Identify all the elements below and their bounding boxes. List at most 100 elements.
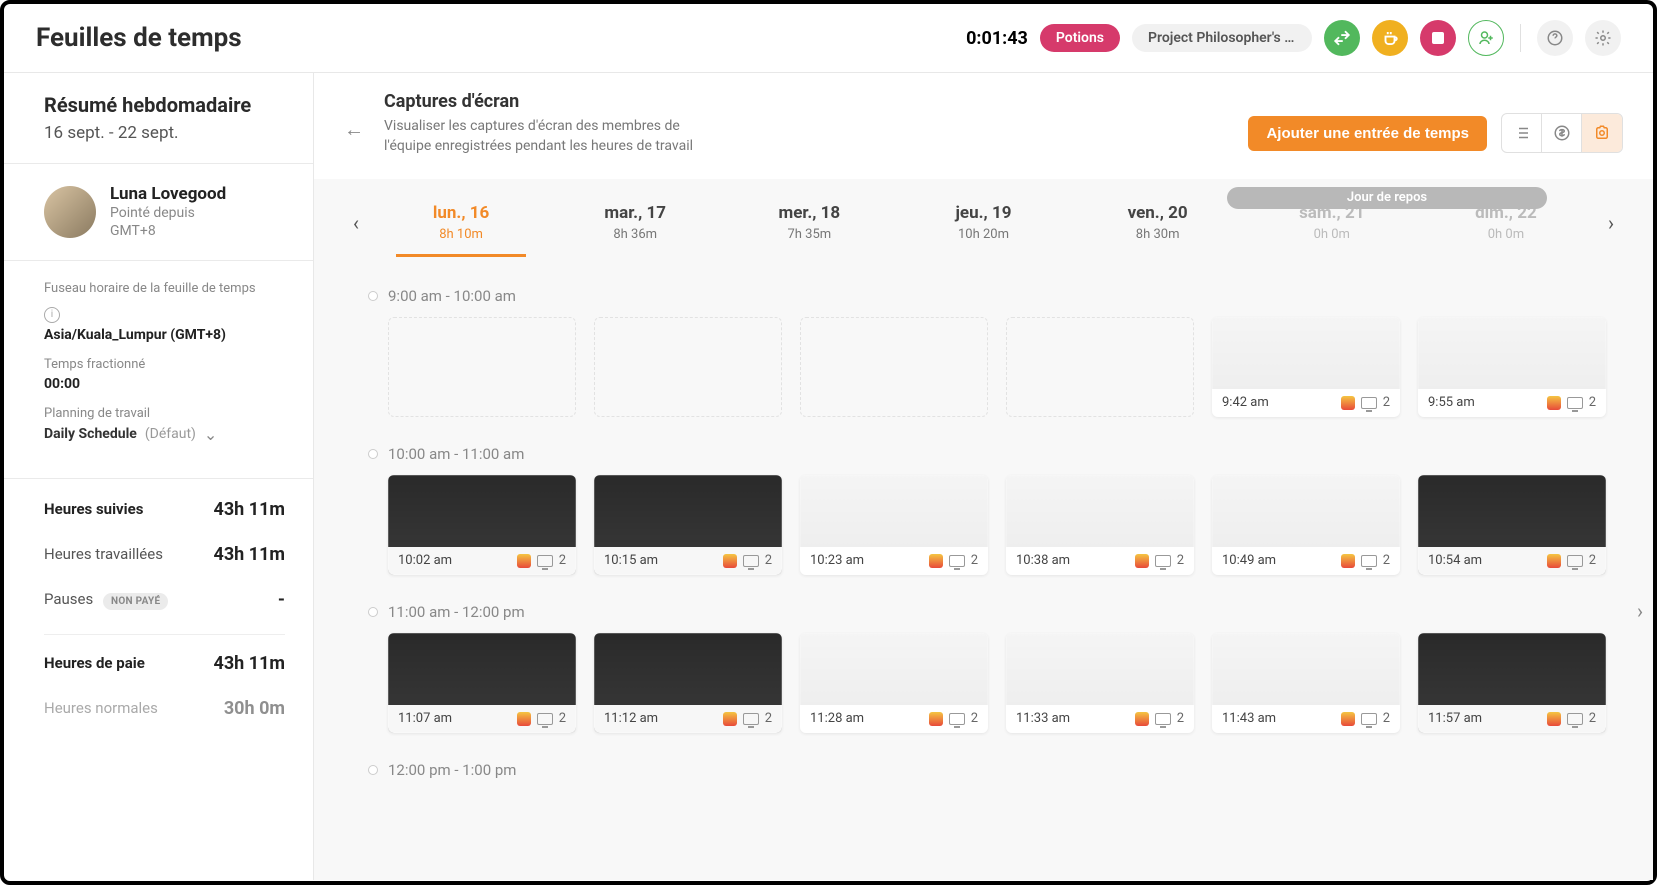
screen-count: 2 [1383, 395, 1390, 410]
screen-count: 2 [1589, 711, 1596, 726]
tz-label: Fuseau horaire de la feuille de temps [44, 281, 285, 296]
user-status: Pointé depuis [110, 204, 226, 222]
screenshot-time: 11:33 am [1016, 711, 1070, 726]
screenshot-card[interactable]: 11:43 am2 [1212, 633, 1400, 733]
normal-label: Heures normales [44, 699, 158, 717]
screenshot-card[interactable]: 10:49 am 2 [1212, 475, 1400, 575]
day-tab[interactable]: jeu., 19 10h 20m [918, 189, 1048, 257]
screenshot-slot-empty [1006, 317, 1194, 417]
app-icon [1341, 396, 1355, 410]
day-label: mer., 18 [754, 203, 864, 223]
screenshot-card[interactable]: 11:12 am 2 [594, 633, 782, 733]
coffee-icon[interactable] [1372, 20, 1408, 56]
sidebar: Résumé hebdomadaire 16 sept. - 22 sept. … [4, 73, 314, 880]
screen-count: 2 [559, 711, 566, 726]
time-range: 11:00 am - 12:00 pm [388, 603, 525, 621]
app-icon [1547, 712, 1561, 726]
screenshot-card[interactable]: 10:02 am2 [388, 475, 576, 575]
list-view-icon[interactable] [1502, 114, 1542, 152]
scroll-right-icon[interactable]: › [1637, 599, 1643, 623]
split-value: 00:00 [44, 376, 285, 392]
info-icon[interactable]: i [44, 307, 60, 323]
screen-count: 2 [971, 711, 978, 726]
user-add-icon[interactable] [1468, 20, 1504, 56]
screenshot-card[interactable]: 11:33 am2 [1006, 633, 1194, 733]
avatar[interactable] [44, 186, 96, 238]
screenshot-time: 10:54 am [1428, 553, 1482, 568]
screenshot-card[interactable]: 10:38 am2 [1006, 475, 1194, 575]
day-tab[interactable]: ven., 208h 30m [1093, 189, 1223, 257]
money-view-icon[interactable] [1542, 114, 1582, 152]
screenshot-time: 10:49 am [1222, 553, 1276, 568]
time-range: 10:00 am - 11:00 am [388, 445, 524, 463]
screenshot-view-icon[interactable] [1582, 114, 1622, 152]
screenshot-slot-empty [594, 317, 782, 417]
day-duration: 0h 0m [1277, 227, 1387, 242]
monitor-icon [743, 713, 759, 725]
monitor-icon [1567, 713, 1583, 725]
top-right-controls: 0:01:43 Potions Project Philosopher's S… [966, 20, 1621, 56]
screen-count: 2 [559, 553, 566, 568]
user-tz: GMT+8 [110, 222, 226, 240]
stop-button[interactable] [1420, 20, 1456, 56]
add-time-entry-button[interactable]: Ajouter une entrée de temps [1248, 116, 1487, 151]
breaks-label: Pauses NON PAYÉ [44, 590, 168, 608]
day-duration: 0h 0m [1451, 227, 1561, 242]
app-icon [929, 712, 943, 726]
app-icon [1547, 396, 1561, 410]
pay-val: 43h 11m [214, 653, 285, 674]
tracked-label: Heures suivies [44, 500, 143, 518]
screenshot-card[interactable]: 9:55 am2 [1418, 317, 1606, 417]
app-icon [1135, 554, 1149, 568]
timer: 0:01:43 [966, 28, 1028, 49]
screenshot-card[interactable]: 11:57 am2 [1418, 633, 1606, 733]
day-duration: 10h 20m [928, 227, 1038, 242]
day-tab[interactable]: mer., 187h 35m [744, 189, 874, 257]
screenshot-time: 11:43 am [1222, 711, 1276, 726]
tracked-val: 43h 11m [214, 499, 285, 520]
app-icon [517, 554, 531, 568]
screenshot-time: 11:12 am [604, 711, 658, 726]
top-bar: Feuilles de temps 0:01:43 Potions Projec… [4, 4, 1653, 73]
monitor-icon [949, 555, 965, 567]
screenshot-card[interactable]: 10:54 am2 [1418, 475, 1606, 575]
day-label: lun., 16 [406, 203, 516, 223]
screenshot-slot-empty [800, 317, 988, 417]
screen-count: 2 [765, 553, 772, 568]
screenshot-card[interactable]: 11:28 am2 [800, 633, 988, 733]
rest-day-pill: Jour de repos [1227, 187, 1547, 209]
worked-val: 43h 11m [214, 544, 285, 565]
project-chip[interactable]: Project Philosopher's S… [1132, 24, 1312, 52]
back-arrow-icon[interactable]: ← [344, 117, 364, 142]
screenshot-card[interactable]: 10:23 am2 [800, 475, 988, 575]
day-label: jeu., 19 [928, 203, 1038, 223]
screen-count: 2 [1383, 553, 1390, 568]
screenshot-time: 10:23 am [810, 553, 864, 568]
app-icon [1547, 554, 1561, 568]
monitor-icon [1361, 397, 1377, 409]
schedule-label: Planning de travail [44, 406, 285, 421]
split-label: Temps fractionné [44, 357, 285, 372]
screenshot-time: 10:38 am [1016, 553, 1070, 568]
prev-week-icon[interactable]: ‹ [338, 211, 374, 235]
monitor-icon [537, 555, 553, 567]
screen-count: 2 [765, 711, 772, 726]
app-icon [1341, 554, 1355, 568]
next-week-icon[interactable]: › [1593, 211, 1629, 235]
timeline-dot [368, 449, 378, 459]
screenshot-card[interactable]: 10:15 am2 [594, 475, 782, 575]
schedule-dropdown[interactable]: Daily Schedule (Défaut) ⌄ [44, 425, 285, 444]
monitor-icon [1567, 555, 1583, 567]
day-tab[interactable]: lun., 168h 10m [396, 189, 526, 257]
help-icon[interactable] [1537, 20, 1573, 56]
shuffle-icon[interactable] [1324, 20, 1360, 56]
tag-chip[interactable]: Potions [1040, 24, 1120, 52]
screenshot-time: 9:55 am [1428, 395, 1475, 410]
timeline-dot [368, 291, 378, 301]
screenshot-card[interactable]: 9:42 am2 [1212, 317, 1400, 417]
screenshot-card[interactable]: 11:07 am2 [388, 633, 576, 733]
section-desc: Visualiser les captures d'écran des memb… [384, 116, 724, 157]
app-icon [1341, 712, 1355, 726]
settings-icon[interactable] [1585, 20, 1621, 56]
day-tab[interactable]: mar., 178h 36m [570, 189, 700, 257]
